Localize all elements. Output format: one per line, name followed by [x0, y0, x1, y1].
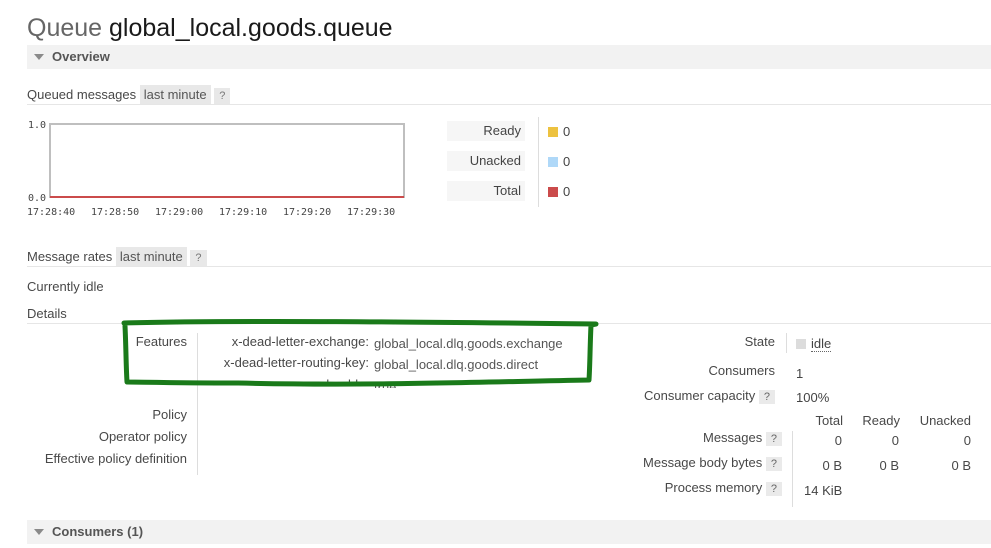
queued-messages-chart: 1.0 0.0 17:28:40 17:28:50 17:29:00 17:29:10 17…	[27, 120, 405, 218]
legend-item-total: Total 0	[447, 181, 607, 203]
collapse-triangle-icon	[34, 54, 44, 60]
x-tick-label: 17:29:20	[283, 207, 331, 218]
header-ready: Ready	[862, 413, 900, 428]
header-total: Total	[815, 413, 843, 428]
x-tick-label: 17:29:10	[219, 207, 267, 218]
message-rates-label: Message rates	[27, 249, 113, 264]
page-title: Queue global_local.goods.queue	[27, 14, 393, 43]
collapse-triangle-icon	[34, 529, 44, 535]
body-bytes-row-label: Message body bytes ?	[643, 455, 782, 471]
x-tick-label: 17:29:00	[155, 207, 203, 218]
rates-help-button[interactable]: ?	[190, 250, 207, 266]
x-tick-label: 17:28:40	[27, 207, 75, 218]
messages-total: 0	[834, 433, 842, 448]
legend-value: 0	[563, 154, 571, 169]
header-unacked: Unacked	[919, 413, 971, 428]
queued-help-button[interactable]: ?	[214, 88, 231, 104]
overview-section-toggle[interactable]: Overview	[27, 45, 991, 69]
legend-divider	[538, 117, 539, 207]
messages-help-button[interactable]: ?	[765, 432, 782, 446]
queued-messages-label: Queued messages	[27, 87, 137, 102]
legend-value: 0	[563, 184, 571, 199]
body-bytes-help-button[interactable]: ?	[765, 457, 782, 471]
messages-unacked: 0	[963, 433, 971, 448]
capacity-help-button[interactable]: ?	[758, 390, 775, 404]
divider	[27, 266, 991, 267]
queued-messages-header: Queued messages last minute ?	[27, 85, 231, 104]
operator-policy-label: Operator policy	[98, 429, 187, 444]
legend-swatch	[548, 187, 558, 197]
plot-area	[49, 123, 405, 198]
idle-status-text: Currently idle	[27, 279, 104, 294]
consumers-section-label: Consumers (1)	[52, 524, 144, 539]
x-tick-label: 17:29:30	[347, 207, 395, 218]
queue-name: global_local.goods.queue	[109, 14, 393, 42]
legend-item-unacked: Unacked 0	[447, 151, 607, 173]
consumer-capacity-label: Consumer capacity	[643, 388, 756, 403]
annotation-highlight	[121, 318, 599, 387]
legend-swatch	[548, 157, 558, 167]
divider	[27, 104, 991, 105]
body-bytes-total: 0 B	[822, 458, 842, 473]
legend-label: Total	[447, 181, 525, 201]
state-divider	[786, 333, 787, 353]
table-divider	[792, 431, 793, 507]
y-tick-label: 0.0	[28, 193, 46, 204]
effective-policy-label: Effective policy definition	[44, 451, 187, 466]
process-memory-help-button[interactable]: ?	[765, 482, 782, 496]
consumer-capacity-row: Consumer capacity ?	[643, 388, 775, 404]
x-tick-label: 17:28:50	[91, 207, 139, 218]
state-label: State	[744, 334, 775, 349]
state-value[interactable]: idle	[811, 336, 832, 352]
y-tick-label: 1.0	[28, 120, 46, 131]
rates-range-button[interactable]: last minute	[115, 247, 187, 266]
consumers-value: 1	[796, 366, 804, 381]
messages-label: Messages	[703, 430, 763, 445]
messages-row-label: Messages ?	[703, 430, 782, 446]
annotation-stroke	[121, 318, 599, 387]
legend-label: Unacked	[447, 151, 525, 171]
legend-value: 0	[563, 124, 571, 139]
policy-label: Policy	[152, 407, 187, 422]
body-bytes-label: Message body bytes	[643, 455, 763, 470]
consumers-label: Consumers	[708, 363, 775, 378]
consumer-capacity-value: 100%	[796, 390, 830, 405]
process-memory-label: Process memory	[664, 480, 763, 495]
body-bytes-unacked: 0 B	[951, 458, 971, 473]
message-rates-header: Message rates last minute ?	[27, 247, 207, 266]
queued-range-button[interactable]: last minute	[139, 85, 211, 104]
process-memory-row-label: Process memory ?	[664, 480, 782, 496]
legend-label: Ready	[447, 121, 525, 141]
details-label: Details	[27, 306, 67, 321]
process-memory-value: 14 KiB	[804, 483, 843, 498]
messages-ready: 0	[891, 433, 899, 448]
legend-item-ready: Ready 0	[447, 121, 607, 143]
overview-section-label: Overview	[52, 49, 110, 64]
title-prefix: Queue	[27, 14, 103, 42]
state-indicator-icon	[796, 339, 806, 349]
body-bytes-ready: 0 B	[879, 458, 899, 473]
legend-swatch	[548, 127, 558, 137]
consumers-section-toggle[interactable]: Consumers (1)	[27, 520, 991, 544]
